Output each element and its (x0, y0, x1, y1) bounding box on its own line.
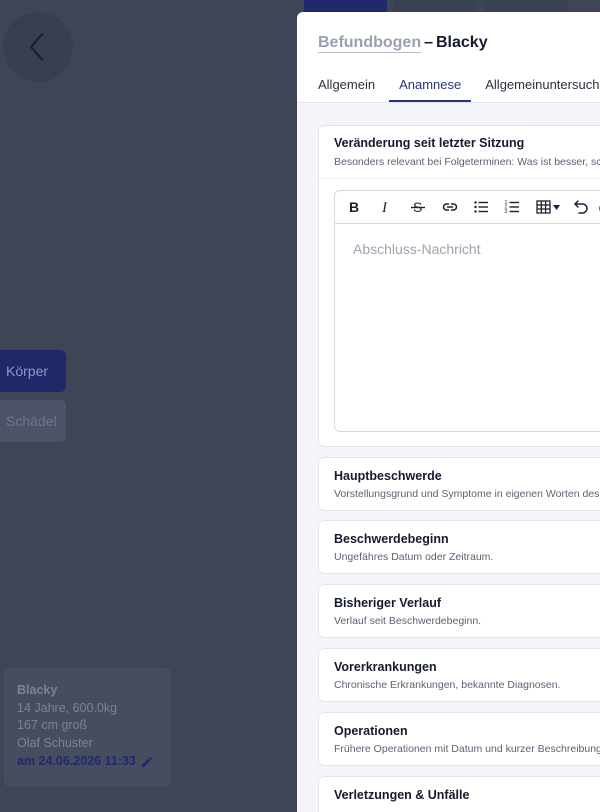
section-title: Hauptbeschwerde (334, 469, 442, 483)
editor-toolbar: B I S 123 (335, 191, 600, 224)
background-tab[interactable] (304, 0, 387, 12)
section-title: Vorerkrankungen (334, 660, 437, 674)
svg-text:I: I (381, 200, 388, 215)
editor-placeholder: Abschluss-Nachricht (353, 241, 481, 257)
background-tab[interactable] (394, 0, 477, 12)
tab-allgemeinuntersuchung[interactable]: Allgemeinuntersuchung (485, 72, 600, 97)
section-title: Operationen (334, 724, 408, 738)
section-hauptbeschwerde[interactable]: Hauptbeschwerde Vorstellungsgrund und Sy… (318, 457, 600, 511)
section-beschwerdebeginn[interactable]: Beschwerdebeginn Ungefähres Datum oder Z… (318, 520, 600, 574)
section-title: Beschwerdebeginn (334, 532, 449, 546)
section-subtitle: Vorstellungsgrund und Symptome in eigene… (334, 488, 600, 500)
patient-owner: Olaf Schuster (17, 735, 93, 750)
bullet-list-icon (474, 201, 488, 213)
undo-icon (574, 200, 588, 214)
patient-info-card: Blacky 14 Jahre, 600.0kg 167 cm groß Ola… (4, 668, 170, 786)
pencil-icon[interactable] (140, 755, 154, 769)
section-subtitle: Verlauf seit Beschwerdebeginn. (334, 615, 482, 627)
section-subtitle: Besonders relevant bei Folgeterminen: Wa… (334, 156, 600, 168)
patient-height: 167 cm groß (17, 718, 88, 732)
italic-icon: I (381, 200, 388, 215)
background-top-tabs (304, 0, 567, 12)
koerper-button[interactable]: Körper (0, 350, 66, 392)
section-vorerkrankungen[interactable]: Vorerkrankungen Chronische Erkrankungen,… (318, 648, 600, 702)
svg-text:3: 3 (505, 209, 508, 215)
befundbogen-link[interactable]: Befundbogen (318, 34, 422, 53)
patient-name: Blacky (17, 683, 58, 697)
appointment-date: am 24.06.2026 11:33 (17, 754, 136, 768)
chevron-left-icon (29, 33, 44, 61)
section-verletzungen-unfaelle[interactable]: Verletzungen & Unfälle (318, 776, 600, 812)
bullet-list-button[interactable] (472, 198, 490, 216)
section-bisheriger-verlauf[interactable]: Bisheriger Verlauf Verlauf seit Beschwer… (318, 584, 600, 638)
table-button[interactable] (535, 198, 563, 216)
tab-allgemein[interactable]: Allgemein (318, 72, 375, 97)
section-veraenderung: Veränderung seit letzter Sitzung Besonde… (318, 125, 600, 447)
numbered-list-button[interactable]: 123 (503, 198, 521, 216)
back-button[interactable] (3, 12, 73, 82)
tab-bar: Allgemein Anamnese Allgemeinuntersuchung (318, 72, 600, 102)
italic-button[interactable]: I (377, 198, 395, 216)
table-icon (536, 200, 560, 214)
title-separator: – (424, 34, 433, 51)
background-tab[interactable] (484, 0, 567, 12)
section-subtitle: Ungefähres Datum oder Zeitraum. (334, 551, 494, 563)
panel-title: Befundbogen – Blacky (318, 34, 488, 53)
patient-age-weight: 14 Jahre, 600.0kg (17, 700, 118, 715)
svg-text:B: B (349, 199, 359, 215)
section-title: Veränderung seit letzter Sitzung (334, 136, 525, 150)
link-icon (442, 203, 458, 211)
anamnese-content: Veränderung seit letzter Sitzung Besonde… (297, 103, 600, 812)
section-operationen[interactable]: Operationen Frühere Operationen mit Datu… (318, 712, 600, 766)
section-subtitle: Frühere Operationen mit Datum und kurzer… (334, 743, 600, 755)
undo-button[interactable] (572, 198, 590, 216)
appointment-row[interactable]: am 24.06.2026 11:33 (17, 753, 170, 771)
rich-text-editor[interactable]: B I S 123 (334, 190, 600, 432)
section-divider (319, 178, 600, 179)
numbered-list-icon: 123 (505, 200, 519, 215)
schaedel-button[interactable]: Schädel (0, 400, 66, 442)
bold-button[interactable]: B (345, 198, 363, 216)
strikethrough-icon: S (411, 199, 425, 215)
link-button[interactable] (441, 198, 459, 216)
strikethrough-button[interactable]: S (409, 198, 427, 216)
section-subtitle: Chronische Erkrankungen, bekannte Diagno… (334, 679, 561, 691)
patient-title-name: Blacky (436, 34, 488, 51)
bold-icon: B (349, 199, 359, 215)
section-title: Bisheriger Verlauf (334, 596, 441, 610)
befundbogen-panel: Befundbogen – Blacky Allgemein Anamnese Al… (297, 12, 600, 812)
tab-anamnese[interactable]: Anamnese (389, 72, 472, 102)
